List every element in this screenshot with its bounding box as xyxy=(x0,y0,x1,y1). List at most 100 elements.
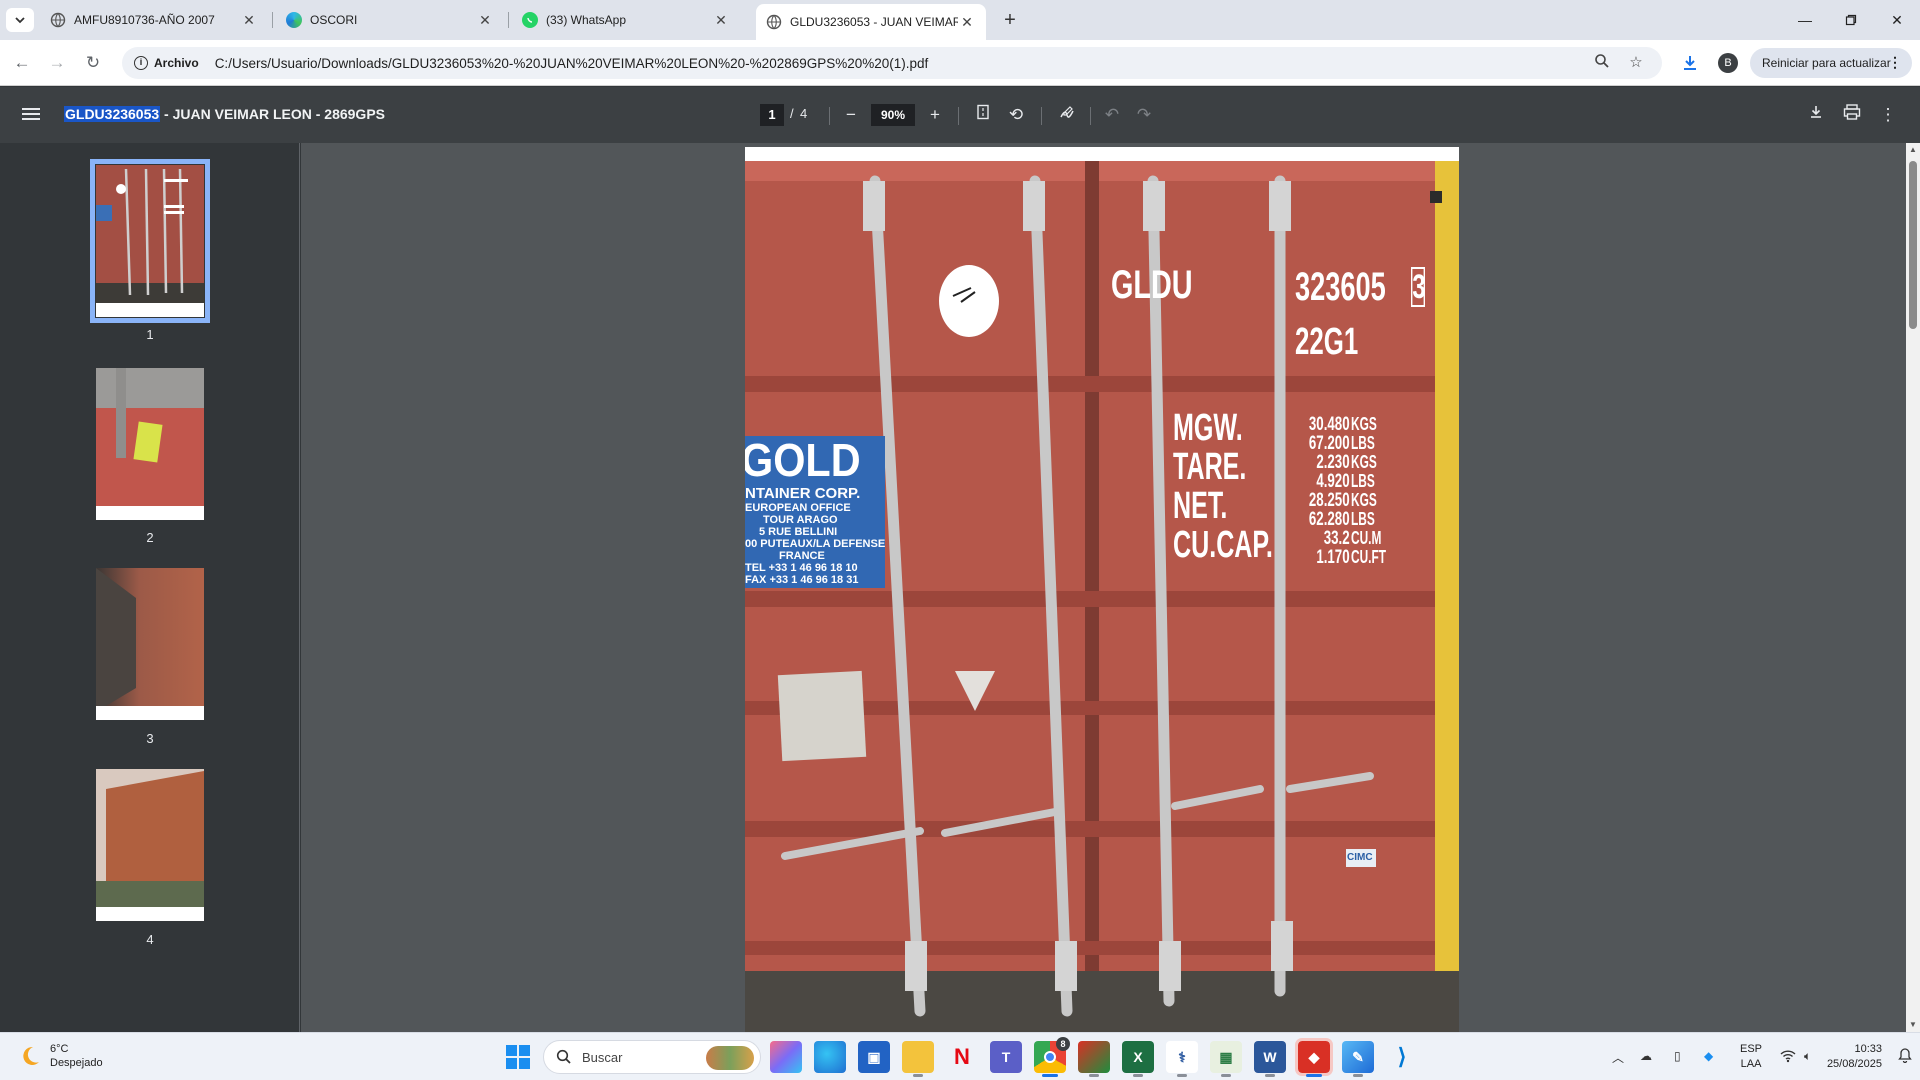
vertical-scrollbar[interactable]: ▲ ▼ xyxy=(1906,143,1920,1032)
system-clock[interactable]: 10:33 25/08/2025 xyxy=(1827,1042,1882,1072)
more-options-icon[interactable]: ⋮ xyxy=(1876,103,1900,127)
redo-icon[interactable]: ↷ xyxy=(1132,103,1156,127)
spec-unit: KGS xyxy=(1351,490,1377,510)
page-thumbnail-1[interactable] xyxy=(90,159,210,323)
excel-icon[interactable]: X xyxy=(1122,1041,1154,1077)
zoom-magnifier-icon[interactable] xyxy=(1592,53,1612,73)
word-icon[interactable]: W xyxy=(1254,1041,1286,1077)
spec-value: 2.230 xyxy=(1316,452,1350,473)
store-icon[interactable]: ▣ xyxy=(858,1041,890,1073)
address-bar[interactable]: i Archivo C:/Users/Usuario/Downloads/GLD… xyxy=(122,47,1662,79)
toolbar-divider xyxy=(1041,107,1042,125)
print-icon[interactable] xyxy=(1840,103,1864,127)
file-explorer-icon[interactable] xyxy=(902,1041,934,1077)
chrome-icon[interactable]: 8 xyxy=(1034,1037,1070,1077)
close-tab-icon[interactable]: ✕ xyxy=(476,12,494,29)
spec-unit: LBS xyxy=(1351,433,1375,453)
bookmark-star-icon[interactable]: ☆ xyxy=(1626,53,1646,73)
tray-chevron-icon[interactable]: ︿ xyxy=(1612,1049,1624,1066)
url-text[interactable]: C:/Users/Usuario/Downloads/GLDU3236053%2… xyxy=(215,56,929,71)
downloads-icon[interactable] xyxy=(1678,51,1702,75)
edge-swirl-icon xyxy=(286,12,302,28)
sticker-line: FRANCE xyxy=(779,550,825,562)
update-restart-button[interactable]: Reiniciar para actualizar ⋮ xyxy=(1750,48,1912,78)
volume-icon[interactable]: 🔈︎ xyxy=(1804,1049,1811,1064)
vscode-icon[interactable]: ⟩ xyxy=(1386,1041,1418,1073)
tab-amfu[interactable]: AMFU8910736-AÑO 2007 ✕ xyxy=(40,4,268,36)
netflix-icon[interactable]: N xyxy=(946,1041,978,1073)
copilot-icon[interactable] xyxy=(770,1041,802,1073)
minimize-icon[interactable]: — xyxy=(1782,0,1828,40)
tab-gldu-pdf[interactable]: GLDU3236053 - JUAN VEIMAR ✕ xyxy=(756,4,986,40)
more-vert-icon[interactable]: ⋮ xyxy=(1888,54,1902,71)
defender-icon[interactable]: ◆ xyxy=(1704,1049,1713,1063)
windows-taskbar: 6°C Despejado Buscar ▣ N T 8 X ⚕ ▦ W ◆ ✎… xyxy=(0,1032,1920,1080)
teams-icon[interactable]: T xyxy=(990,1041,1022,1073)
close-window-icon[interactable]: ✕ xyxy=(1874,0,1920,40)
site-info-chip[interactable]: i Archivo xyxy=(130,51,209,75)
close-tab-icon[interactable]: ✕ xyxy=(958,14,976,31)
edge-icon[interactable] xyxy=(814,1041,846,1073)
lang-top: ESP xyxy=(1740,1043,1763,1055)
scrollbar-thumb[interactable] xyxy=(1909,161,1917,329)
new-tab-button[interactable]: + xyxy=(996,8,1024,32)
snipping-tool-icon[interactable] xyxy=(1078,1041,1110,1077)
page-thumbnail-4[interactable] xyxy=(96,769,204,921)
page-thumbnail-3[interactable] xyxy=(96,568,204,720)
taskbar-search[interactable]: Buscar xyxy=(543,1040,761,1074)
spec-label-cucap: CU.CAP. xyxy=(1173,524,1273,566)
weather-widget[interactable]: 6°C Despejado xyxy=(18,1042,103,1070)
download-icon[interactable] xyxy=(1804,103,1828,127)
forward-arrow-icon[interactable]: → xyxy=(44,50,70,76)
spec-label-mgw: MGW. xyxy=(1173,407,1243,449)
menu-hamburger-icon[interactable] xyxy=(22,105,40,125)
zoom-out-icon[interactable]: − xyxy=(839,103,863,127)
restore-icon[interactable] xyxy=(1828,0,1874,40)
thumbnail-label: 4 xyxy=(146,932,154,947)
language-indicator[interactable]: ESP LAA xyxy=(1740,1042,1762,1072)
close-tab-icon[interactable]: ✕ xyxy=(240,12,258,29)
tooth-app-icon[interactable]: ⚕ xyxy=(1166,1041,1198,1077)
wifi-icon[interactable] xyxy=(1780,1049,1796,1066)
spec-value: 4.920 xyxy=(1316,471,1350,492)
scroll-up-icon[interactable]: ▲ xyxy=(1908,145,1918,155)
reload-icon[interactable]: ↻ xyxy=(80,50,106,76)
paint-icon[interactable]: ✎ xyxy=(1342,1041,1374,1077)
scroll-down-icon[interactable]: ▼ xyxy=(1908,1020,1918,1030)
tab-title: OSCORI xyxy=(310,13,358,27)
tab-whatsapp[interactable]: (33) WhatsApp ✕ xyxy=(512,4,740,36)
sticker-brand: GOLD xyxy=(745,434,861,486)
windows-start-icon[interactable] xyxy=(506,1045,530,1069)
usb-device-icon[interactable]: ▯ xyxy=(1674,1049,1681,1063)
undo-icon[interactable]: ↶ xyxy=(1100,103,1124,127)
close-tab-icon[interactable]: ✕ xyxy=(712,12,730,29)
zoom-in-icon[interactable]: + xyxy=(923,103,947,127)
moon-icon xyxy=(23,1046,39,1065)
thumbnail-image xyxy=(96,368,204,512)
search-placeholder: Buscar xyxy=(582,1049,623,1065)
back-arrow-icon[interactable]: ← xyxy=(9,50,35,76)
anydesk-icon[interactable]: ◆ xyxy=(1295,1038,1333,1077)
thumbnail-image xyxy=(96,769,204,913)
tab-title: (33) WhatsApp xyxy=(546,13,627,27)
annotate-pen-icon[interactable] xyxy=(1055,103,1079,127)
onedrive-offline-icon[interactable]: ☁ xyxy=(1640,1049,1652,1063)
update-restart-label: Reiniciar para actualizar xyxy=(1762,56,1891,70)
sticker-line: 00 PUTEAUX/LA DEFENSE xyxy=(745,538,886,550)
page-number-input[interactable]: 1 xyxy=(760,104,784,126)
notification-bell-icon[interactable] xyxy=(1898,1047,1912,1066)
thumbnail-sidebar: 1 2 3 4 xyxy=(0,143,300,1032)
tab-title: AMFU8910736-AÑO 2007 xyxy=(74,13,215,27)
tab-oscori[interactable]: OSCORI ✕ xyxy=(276,4,504,36)
rotate-icon[interactable]: ⟲ xyxy=(1004,103,1028,127)
thumbnail-label: 2 xyxy=(146,530,154,545)
zoom-level-input[interactable]: 90% xyxy=(871,104,915,126)
container-prefix: GLDU xyxy=(1111,263,1193,307)
spreadsheet-tool-icon[interactable]: ▦ xyxy=(1210,1041,1242,1077)
tab-search-button[interactable] xyxy=(6,8,34,32)
page-thumbnail-2[interactable] xyxy=(96,368,204,520)
profile-avatar[interactable]: B xyxy=(1718,53,1738,73)
thumbnail-image xyxy=(96,568,204,712)
fit-page-icon[interactable] xyxy=(971,103,995,127)
toolbar-divider xyxy=(1090,107,1091,125)
